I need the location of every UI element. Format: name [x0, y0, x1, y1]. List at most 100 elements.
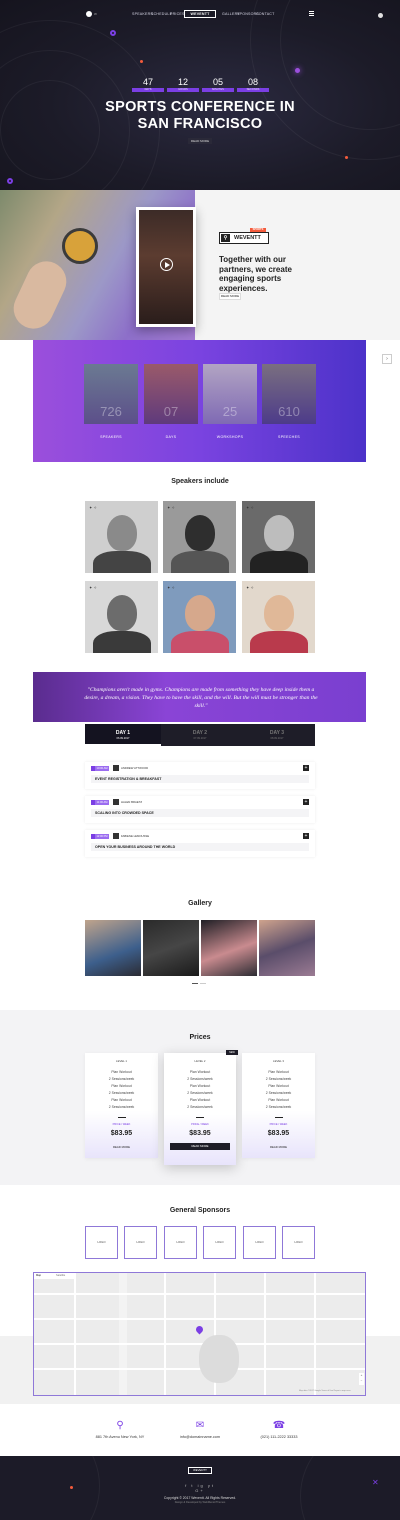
countdown-days: 47 DAYS	[132, 78, 164, 92]
speaker-face	[264, 595, 294, 631]
decor-ring	[0, 1456, 100, 1520]
location-map[interactable]: Map Satellite + − Map data ©2017 Google T…	[33, 1272, 366, 1396]
price-feature: 2 Sessions/week	[187, 1077, 213, 1081]
hero-title-line: SPORTS CONFERENCE IN	[105, 99, 295, 115]
price-level: LEVEL 1	[116, 1059, 127, 1063]
nav-brand[interactable]: WEVENTT	[184, 10, 216, 18]
sponsor-logo[interactable]: LOGO	[282, 1226, 315, 1259]
hamburger-icon[interactable]	[309, 11, 314, 16]
about-read-more-button[interactable]: READ MORE	[219, 293, 241, 300]
countdown-value: 47	[142, 77, 153, 87]
price-level: LEVEL 3	[273, 1059, 284, 1063]
tab-day-2[interactable]: DAY 2 07.09.2017	[162, 724, 238, 746]
price-read-more-button[interactable]: READ MORE	[170, 1143, 230, 1150]
sponsor-logo[interactable]: LOGO	[85, 1226, 118, 1259]
price-read-more-button[interactable]: READ MORE	[242, 1145, 315, 1149]
nav-item-speakers[interactable]: SPEAKERS	[132, 12, 153, 16]
sponsor-logo[interactable]: LOGO	[243, 1226, 276, 1259]
close-icon[interactable]: ✕	[372, 1478, 379, 1487]
price-feature: 2 Sessions/week	[108, 1091, 135, 1095]
expand-icon[interactable]: +	[303, 833, 309, 839]
nav-item-prices[interactable]: PRICES	[170, 12, 185, 16]
speaker-body	[93, 551, 151, 573]
gallery-pager-dot[interactable]	[200, 983, 206, 984]
schedule-event[interactable]: 12:00 PM FABIENE LEMOUSSE + OPEN YOUR BU…	[85, 830, 315, 857]
map-tab-map[interactable]: Map	[34, 1273, 54, 1279]
decor-ring	[300, 1456, 400, 1520]
speaker-photo[interactable]: ✦ ✧	[242, 581, 315, 653]
youtube-icon[interactable]: yt	[208, 1483, 215, 1488]
social-icons[interactable]: ✦ ✧	[246, 585, 254, 590]
speaker-photo[interactable]: ✦ ✧	[242, 501, 315, 573]
social-icons[interactable]: ✦ ✧	[246, 505, 254, 510]
sponsor-logo[interactable]: LOGO	[124, 1226, 157, 1259]
gallery-image[interactable]	[259, 920, 315, 976]
speakers-title: Speakers include	[171, 478, 229, 485]
sponsor-logo[interactable]: LOGO	[164, 1226, 197, 1259]
tab-day-1[interactable]: DAY 1 06.09.2017	[85, 724, 161, 746]
map-pin-icon[interactable]	[194, 1324, 205, 1335]
divider	[118, 1117, 126, 1118]
phone-icon: ☎	[272, 1420, 286, 1431]
google-plus-icon[interactable]: G+	[195, 1488, 204, 1493]
nav-item-contact[interactable]: CONTACT	[256, 12, 275, 16]
social-icons[interactable]: ✦ ✧	[89, 585, 97, 590]
play-icon[interactable]	[160, 258, 173, 271]
stats-section: 726 07 25 610 SPEAKERS DAYS WORKSHOPS SP…	[33, 340, 366, 462]
hero-section: W SPEAKERS SCHEDULE PRICES WEVENTT GALLE…	[0, 0, 400, 190]
price-feature: 2 Sessions/week	[187, 1091, 213, 1095]
event-time: 10:00 AM	[95, 766, 109, 771]
zoom-control[interactable]: + −	[359, 1373, 364, 1385]
stat-value: 610	[278, 404, 300, 419]
copyright-text: Copyright © 2017 Weventt. All Rights Res…	[163, 1496, 237, 1500]
map-attribution: Map data ©2017 Google Terms of Use Repor…	[299, 1390, 351, 1392]
sponsor-logo[interactable]: LOGO	[203, 1226, 236, 1259]
countdown-value: 05	[212, 77, 223, 87]
speaker-photo[interactable]: ✦ ✧	[163, 581, 236, 653]
footer-social-icons[interactable]: f t ig yt G+	[179, 1483, 221, 1493]
twitter-icon[interactable]: t	[191, 1483, 194, 1488]
expand-icon[interactable]: +	[303, 799, 309, 805]
scroll-button[interactable]: ›	[382, 354, 392, 364]
nav-item-schedule[interactable]: SCHEDULE	[151, 12, 172, 16]
price-feature: Plan Workout	[111, 1084, 132, 1088]
facebook-icon[interactable]: f	[185, 1483, 188, 1488]
contact-phone[interactable]: ☎ (021) 111-2222 33333	[229, 1420, 329, 1439]
contact-text[interactable]: (021) 111-2222 33333	[229, 1435, 329, 1439]
video-thumbnail[interactable]	[136, 207, 196, 327]
day-date: 07.09.2017	[193, 737, 207, 740]
speaker-photo[interactable]: ✦ ✧	[85, 581, 158, 653]
speaker-photo[interactable]: ✦ ✧	[85, 501, 158, 573]
footer-brand[interactable]: WEVENTT	[188, 1467, 212, 1474]
price-read-more-button[interactable]: READ MORE	[85, 1145, 158, 1149]
stat-card: 07	[144, 364, 198, 424]
day-label: DAY 3	[269, 730, 285, 736]
stat-label: DAYS	[165, 435, 177, 439]
schedule-event[interactable]: 11:00 AM HALEN BRAETZ + SCALING INTO CRO…	[85, 796, 315, 823]
tab-day-3[interactable]: DAY 3 08.09.2017	[239, 724, 315, 746]
speaker-photo[interactable]: ✦ ✧	[163, 501, 236, 573]
event-time: 11:00 AM	[95, 800, 109, 805]
gallery-image[interactable]	[85, 920, 141, 976]
price-feature: 2 Sessions/week	[265, 1105, 292, 1109]
social-icons[interactable]: ✦ ✧	[167, 585, 175, 590]
prices-title: Prices	[189, 1034, 211, 1041]
price-feature: 2 Sessions/week	[108, 1077, 135, 1081]
site-logo-icon[interactable]	[86, 11, 92, 17]
event-speaker: HALEN BRAETZ	[121, 800, 143, 804]
gallery-image[interactable]	[201, 920, 257, 976]
schedule-event[interactable]: 10:00 AM ANDREW ATTWOOD + EVENT REGISTRA…	[85, 762, 315, 789]
price-card: LEVEL 3 Plan Workout 2 Sessions/week Pla…	[242, 1053, 315, 1158]
expand-icon[interactable]: +	[303, 765, 309, 771]
social-icons[interactable]: ✦ ✧	[89, 505, 97, 510]
map-tab-satellite[interactable]: Satellite	[54, 1273, 74, 1279]
price-feature: 2 Sessions/week	[187, 1105, 213, 1109]
speaker-face	[264, 515, 294, 551]
price-period: PRICE / WEEK	[269, 1123, 288, 1126]
about-logo: ⚲ WEVENTT SPORTS	[219, 228, 269, 244]
gallery-pager-dot[interactable]	[192, 983, 198, 984]
hero-read-more-button[interactable]: READ MORE	[188, 138, 212, 144]
countdown-unit: SECONDS	[237, 88, 269, 92]
gallery-image[interactable]	[143, 920, 199, 976]
social-icons[interactable]: ✦ ✧	[167, 505, 175, 510]
